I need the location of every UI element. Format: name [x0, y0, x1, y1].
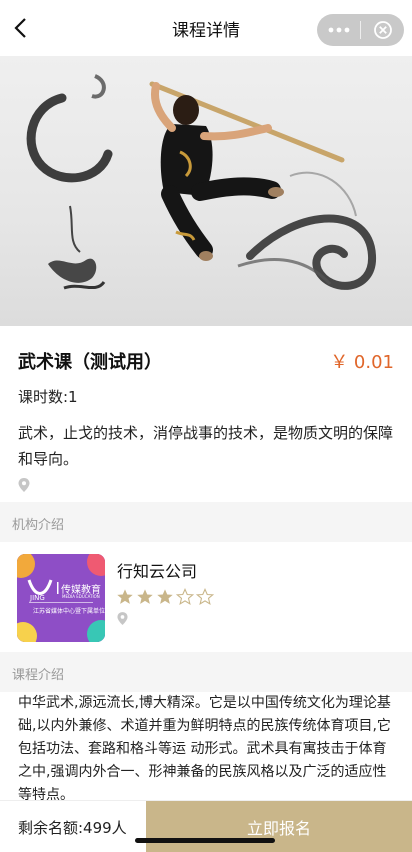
signup-button[interactable]: 立即报名 — [146, 801, 412, 852]
page-title: 课程详情 — [172, 20, 240, 41]
course-cover-image — [0, 56, 412, 326]
course-description: 武术，止戈的技术，消停战事的技术，是物质文明的保障和导向。 — [18, 424, 394, 468]
intro-section-header: 课程介绍 — [0, 652, 412, 692]
course-info-panel: 武术课（测试用） ￥ 0.01 课时数:1 武术，止戈的技术，消停战事的技术，是… — [0, 326, 412, 502]
intro-section-title: 课程介绍 — [12, 668, 65, 683]
location-pin-icon[interactable] — [18, 478, 30, 492]
close-button[interactable] — [361, 14, 404, 46]
org-section-title: 机构介绍 — [12, 518, 65, 533]
org-logo-tagline: 江苏省媒体中心暨下属单位 — [33, 608, 105, 615]
location-pin-icon[interactable] — [117, 612, 128, 625]
org-name: 行知云公司 — [117, 562, 198, 581]
star-filled-icon — [117, 589, 133, 604]
more-button[interactable] — [317, 14, 360, 46]
course-title: 武术课（测试用） — [18, 352, 162, 373]
circle-close-icon — [373, 21, 392, 39]
bottom-action-bar: 剩余名额:499人 立即报名 — [0, 800, 412, 852]
home-indicator — [135, 838, 275, 843]
star-empty-icon — [176, 588, 194, 605]
org-card[interactable]: JING 传媒教育 MEDIA EDUCATION 江苏省媒体中心暨下属单位 行… — [0, 544, 412, 652]
org-rating — [116, 588, 214, 606]
more-dots-icon — [328, 27, 349, 33]
star-empty-icon — [196, 588, 214, 605]
lesson-count: 课时数:1 — [18, 388, 78, 406]
remaining-seats: 剩余名额:499人 — [18, 819, 127, 837]
martial-arts-illustration — [26, 74, 376, 290]
star-filled-icon — [157, 589, 173, 604]
navigation-bar: 课程详情 — [0, 0, 412, 56]
chevron-left-icon — [14, 18, 26, 38]
org-section-header: 机构介绍 — [0, 502, 412, 542]
org-logo-brand: JING — [30, 594, 45, 602]
star-filled-icon — [137, 589, 153, 604]
course-intro-text: 中华武术,源远流长,博大精深。它是以中国传统文化为理论基础,以内外兼修、术道并重… — [18, 695, 391, 803]
course-price: ￥ 0.01 — [330, 352, 394, 373]
back-button[interactable] — [10, 16, 34, 40]
org-logo: JING 传媒教育 MEDIA EDUCATION 江苏省媒体中心暨下属单位 — [17, 554, 105, 642]
mini-program-capsule — [317, 14, 404, 46]
org-logo-brand-en: MEDIA EDUCATION — [62, 594, 100, 599]
